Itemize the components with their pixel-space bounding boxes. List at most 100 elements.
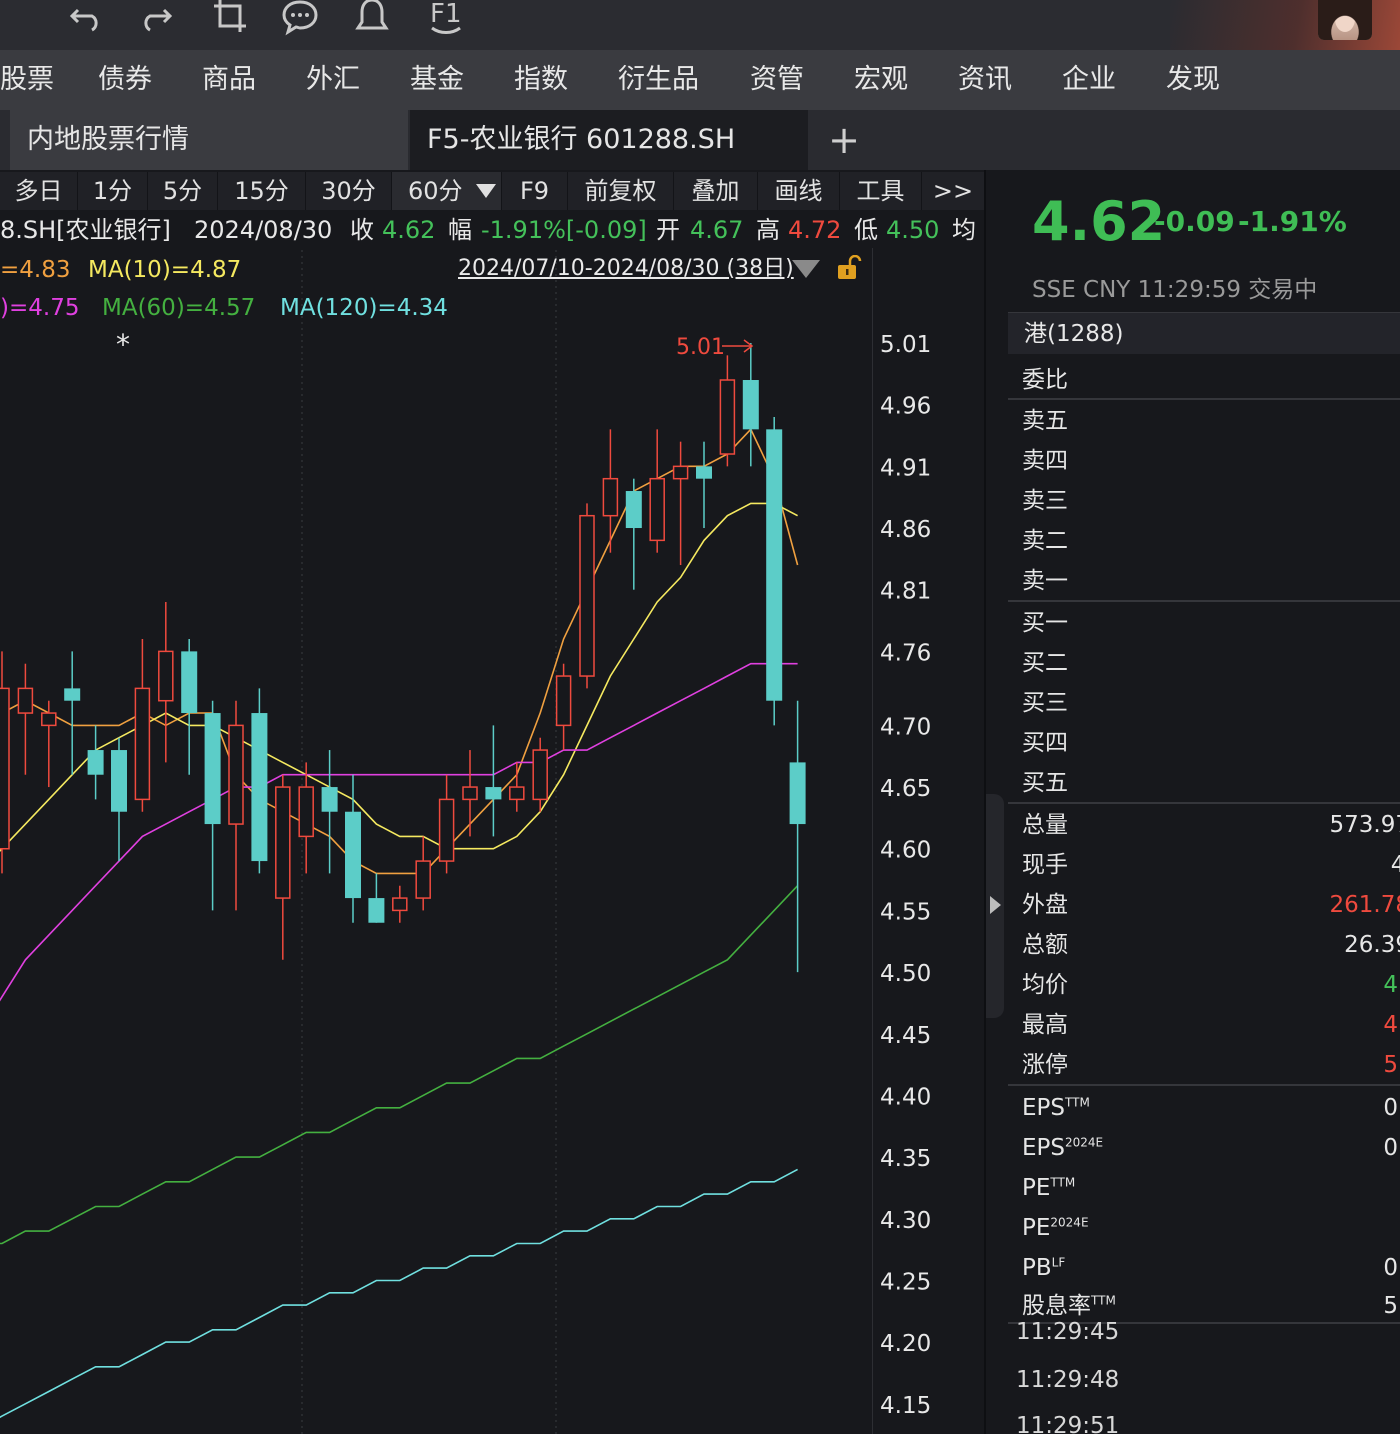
- period-60m-dropdown[interactable]: 60分: [392, 172, 502, 210]
- buy-3-label: 买三: [1022, 690, 1068, 716]
- range-dropdown-icon[interactable]: [792, 260, 820, 278]
- nav-indices[interactable]: 指数: [514, 50, 568, 110]
- candle-body-up: [602, 477, 619, 517]
- period-multi-day[interactable]: 多日: [0, 172, 78, 210]
- chat-icon[interactable]: [280, 0, 320, 36]
- change-value: -1.91%[-0.09]: [481, 216, 647, 244]
- candle-body-up: [134, 687, 151, 801]
- buy-4-label: 买四: [1022, 730, 1068, 756]
- period-15m[interactable]: 15分: [218, 172, 306, 210]
- stat-label: 外盘: [1022, 892, 1068, 918]
- undo-icon[interactable]: [66, 0, 106, 36]
- fin-label: PBLF: [1022, 1248, 1065, 1288]
- stat-label: 最高: [1022, 1012, 1068, 1038]
- high-label: 高: [756, 216, 780, 244]
- nav-stocks[interactable]: 股票: [0, 50, 54, 110]
- quote-date: 2024/08/30: [194, 216, 333, 244]
- nav-asset-mgmt[interactable]: 资管: [750, 50, 804, 110]
- divider: [1008, 600, 1400, 602]
- buy-3-row[interactable]: 买三: [1008, 683, 1400, 723]
- redo-icon[interactable]: [136, 0, 176, 36]
- nav-commodities[interactable]: 商品: [202, 50, 256, 110]
- title-bar: F1: [0, 0, 1400, 50]
- sell-3-row[interactable]: 卖三: [1008, 481, 1400, 521]
- period-60m-label: 60分: [408, 177, 463, 205]
- stat-value: 40: [1390, 852, 1400, 878]
- quote-info-bar: 8.SH[农业银行] 2024/08/30 收 4.62 幅 -1.91%[-0…: [0, 212, 984, 248]
- candle-body-up: [17, 687, 34, 714]
- nav-macro[interactable]: 宏观: [854, 50, 908, 110]
- candle-body-up: [438, 798, 455, 862]
- add-tab-button[interactable]: +: [828, 118, 860, 162]
- avatar[interactable]: [1318, 0, 1372, 40]
- nav-news[interactable]: 资讯: [958, 50, 1012, 110]
- candle-body-up: [41, 712, 57, 727]
- nav-enterprise[interactable]: 企业: [1062, 50, 1116, 110]
- candle-body-down: [789, 762, 806, 825]
- hk-listing-link[interactable]: 港(1288): [1008, 312, 1400, 354]
- sell-2-row[interactable]: 卖二: [1008, 521, 1400, 561]
- nav-derivatives[interactable]: 衍生品: [618, 50, 699, 110]
- nav-bonds[interactable]: 债券: [98, 50, 152, 110]
- fin-label-text: PE: [1022, 1215, 1051, 1241]
- high-marker-label: 5.01: [676, 335, 725, 360]
- stat-value: 26.39: [1344, 932, 1400, 958]
- ma60-legend: MA(60)=4.57: [102, 295, 256, 321]
- more-tools-button[interactable]: >>: [922, 172, 984, 210]
- buy-4-row[interactable]: 买四: [1008, 723, 1400, 763]
- adjust-forward-button[interactable]: 前复权: [568, 172, 674, 210]
- candle-body-up: [532, 749, 548, 801]
- nav-funds[interactable]: 基金: [410, 50, 464, 110]
- sell-3-label: 卖三: [1022, 488, 1068, 514]
- tab-strip: 内地股票行情 F5-农业银行 601288.SH: [0, 110, 1400, 170]
- nav-forex[interactable]: 外汇: [306, 50, 360, 110]
- fin-label-text: EPS: [1022, 1095, 1066, 1121]
- sell-4-row[interactable]: 卖四: [1008, 441, 1400, 481]
- fin-row-pb-lf: PBLF 0.0: [1008, 1248, 1400, 1288]
- sell-5-row[interactable]: 卖五: [1008, 401, 1400, 441]
- y-tick-label: 4.86: [880, 517, 931, 543]
- overlay-button[interactable]: 叠加: [674, 172, 758, 210]
- close-value: 4.62: [382, 216, 436, 244]
- f9-button[interactable]: F9: [502, 172, 568, 210]
- date-range-selector[interactable]: 2024/07/10-2024/08/30 (38日): [458, 252, 794, 286]
- candle-body-down: [204, 713, 221, 825]
- bell-icon[interactable]: [352, 0, 392, 36]
- buy-2-row[interactable]: 买二: [1008, 643, 1400, 683]
- stat-value: 5.1: [1383, 1052, 1400, 1078]
- stat-row-avg-price: 均价 4.6: [1008, 965, 1400, 1005]
- order-ratio-row: 委比: [1008, 360, 1400, 400]
- period-1m[interactable]: 1分: [78, 172, 148, 210]
- market-status: SSE CNY 11:29:59 交易中: [1032, 277, 1318, 303]
- candle-body-down: [181, 651, 198, 714]
- fin-row-eps-ttm: EPSTTM 0.7: [1008, 1088, 1400, 1128]
- tab-mainland-stocks[interactable]: 内地股票行情: [10, 110, 408, 170]
- buy-5-row[interactable]: 买五: [1008, 763, 1400, 803]
- nav-discover[interactable]: 发现: [1166, 50, 1220, 110]
- last-price: 4.62: [1032, 190, 1166, 253]
- tools-button[interactable]: 工具: [840, 172, 922, 210]
- fin-label-sup: TTM: [1065, 1095, 1090, 1110]
- fin-label: PETTM: [1022, 1168, 1075, 1208]
- draw-line-button[interactable]: 画线: [758, 172, 840, 210]
- period-5m[interactable]: 5分: [148, 172, 218, 210]
- buy-1-row[interactable]: 买一: [1008, 603, 1400, 643]
- candle-body-up: [555, 675, 572, 727]
- tab-f5-abc[interactable]: F5-农业银行 601288.SH: [410, 110, 808, 170]
- candlestick-chart[interactable]: 5.01 4.96 4.91 4.86 4.81 4.76 4.70 4.65 4.60 4.55…: [0, 250, 984, 1434]
- fin-label: PE2024E: [1022, 1208, 1089, 1248]
- chevron-right-icon[interactable]: [990, 896, 1001, 914]
- y-tick-label: 4.96: [880, 394, 931, 420]
- candle-body-down: [368, 898, 385, 923]
- y-tick-label: 4.40: [880, 1084, 931, 1110]
- fin-row-eps-2024e: EPS2024E 0.7: [1008, 1128, 1400, 1168]
- sell-1-row[interactable]: 卖一: [1008, 561, 1400, 601]
- candle-body-down: [345, 811, 361, 899]
- lock-icon[interactable]: [836, 254, 862, 281]
- f1-help-icon[interactable]: F1: [426, 0, 466, 36]
- period-30m[interactable]: 30分: [306, 172, 392, 210]
- candle-body-up: [415, 860, 431, 899]
- crop-icon[interactable]: [210, 0, 250, 36]
- tick-time: 11:29:48: [1016, 1367, 1120, 1393]
- fin-label-text: PE: [1022, 1175, 1051, 1201]
